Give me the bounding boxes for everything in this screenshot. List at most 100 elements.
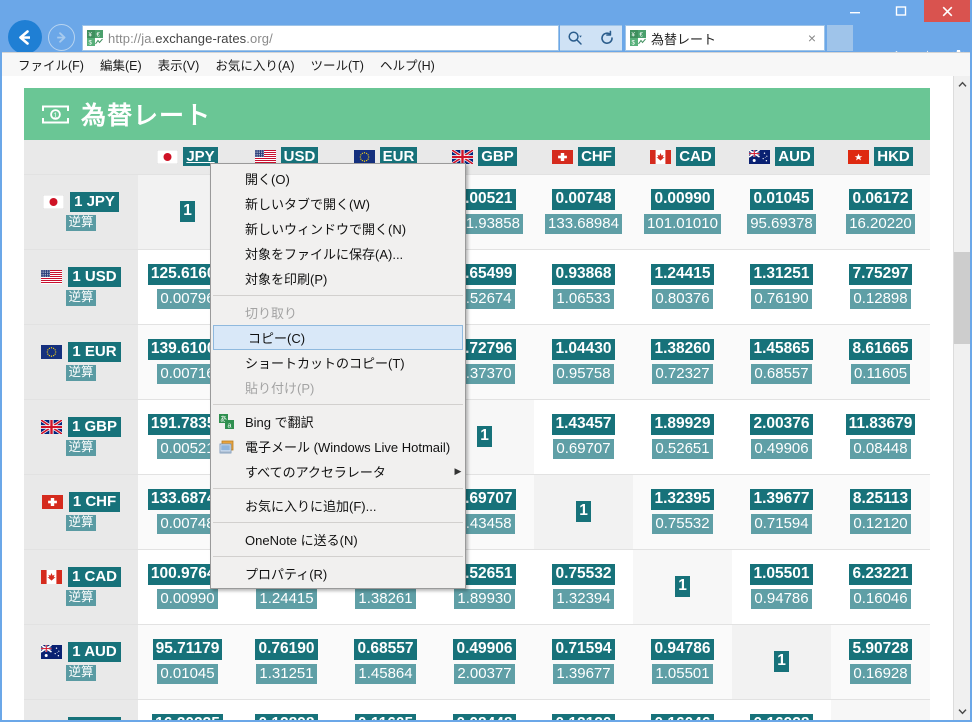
rate-primary[interactable]: 0.00990 [651,189,714,210]
rate-inverse[interactable]: 0.49906 [751,438,812,459]
rate-inverse[interactable]: 2.00377 [454,663,515,684]
rate-primary[interactable]: 11.83679 [845,414,916,435]
rate-inverse[interactable]: 0.80376 [652,288,713,309]
rate-primary[interactable]: 1.31251 [750,264,813,285]
rate-inverse[interactable]: 0.68557 [751,363,812,384]
maximize-button[interactable] [878,0,924,22]
rate-primary[interactable]: 1.24415 [651,264,714,285]
rate-inverse[interactable]: 1.31251 [256,663,317,684]
vertical-scrollbar[interactable] [953,76,970,720]
rate-inverse[interactable]: 0.00796 [157,288,218,309]
row-currency-label[interactable]: 1 HKD [67,717,121,720]
rate-primary[interactable]: 95.71179 [152,639,223,660]
rate-inverse[interactable]: 1.45864 [355,663,416,684]
rate-inverse[interactable]: 0.75532 [652,513,713,534]
rate-inverse[interactable]: 0.12120 [850,513,911,534]
refresh-button[interactable] [591,25,622,51]
rate-primary[interactable]: 1.89929 [651,414,714,435]
context-menu-item[interactable]: あ a Bing で翻訳 [211,409,465,434]
rate-inverse[interactable]: 0.01045 [157,663,218,684]
rate-inverse[interactable]: 1.89930 [454,588,515,609]
rate-primary[interactable]: 1.38260 [651,339,714,360]
column-code-aud[interactable]: AUD [775,147,814,167]
close-button[interactable] [924,0,970,22]
rate-inverse[interactable]: 0.00748 [157,513,218,534]
rate-primary[interactable]: 0.12120 [552,714,615,720]
rate-inverse[interactable]: 0.12898 [850,288,911,309]
rate-inverse[interactable]: 0.72327 [652,363,713,384]
tab-close-button[interactable]: × [804,31,820,45]
row-currency-label[interactable]: 1 GBP [67,417,121,438]
rate-primary[interactable]: 0.06172 [849,189,912,210]
rate-primary[interactable]: 2.00376 [750,414,813,435]
rate-inverse[interactable]: 1.39677 [553,663,614,684]
rate-inverse[interactable]: 0.95758 [553,363,614,384]
scroll-up-button[interactable] [954,76,970,93]
rate-primary[interactable]: 0.49906 [453,639,516,660]
column-code-gbp[interactable]: GBP [478,147,517,167]
rate-inverse[interactable]: 0.11605 [850,363,911,384]
reverse-link[interactable]: 逆算 [66,515,96,531]
context-menu-item[interactable]: コピー(C) [213,325,463,350]
column-header-aud[interactable]: AUD [732,140,831,174]
scroll-down-button[interactable] [954,703,970,720]
rate-inverse[interactable]: 1.05501 [652,663,713,684]
context-menu-item[interactable]: ショートカットのコピー(T) [211,350,465,375]
rate-primary[interactable]: 0.94786 [651,639,714,660]
rate-primary[interactable]: 1.45865 [750,339,813,360]
scroll-thumb[interactable] [954,252,970,344]
context-menu-item[interactable]: 電子メール (Windows Live Hotmail) [211,434,465,459]
reverse-link[interactable]: 逆算 [66,290,96,306]
reverse-link[interactable]: 逆算 [66,665,96,681]
rate-primary[interactable]: 0.68557 [354,639,417,660]
context-menu-item[interactable]: すべてのアクセラレータ ▶ [211,459,465,484]
row-currency-label[interactable]: 1 AUD [68,642,121,663]
reverse-link[interactable]: 逆算 [66,590,96,606]
row-currency-label[interactable]: 1 EUR [68,342,121,363]
rate-inverse[interactable]: 95.69378 [747,213,816,234]
rate-inverse[interactable]: 101.01010 [644,213,721,234]
column-code-chf[interactable]: CHF [578,147,615,167]
menu-file[interactable]: ファイル(F) [10,53,92,76]
row-currency-label[interactable]: 1 CAD [67,567,121,588]
context-menu-item[interactable]: お気に入りに追加(F)... [211,493,465,518]
rate-inverse[interactable]: 133.68984 [545,213,622,234]
menu-help[interactable]: ヘルプ(H) [372,53,443,76]
context-menu-item[interactable]: OneNote に送る(N) [211,527,465,552]
rate-primary[interactable]: 1.32395 [651,489,714,510]
rate-primary[interactable]: 1.43457 [552,414,615,435]
rate-inverse[interactable]: 16.20220 [846,213,915,234]
rate-primary[interactable]: 0.11605 [354,714,417,720]
new-tab-button[interactable] [827,25,853,51]
row-currency-label[interactable]: 1 USD [68,267,121,288]
menu-view[interactable]: 表示(V) [150,53,208,76]
forward-button[interactable] [48,24,75,51]
menu-tools[interactable]: ツール(T) [302,53,371,76]
browser-tab[interactable]: ¥ € $ 為替レート × [625,25,825,51]
rate-primary[interactable]: 8.61665 [849,339,912,360]
rate-primary[interactable]: 6.23221 [849,564,912,585]
context-menu-item[interactable]: 対象を印刷(P) [211,266,465,291]
rate-primary[interactable]: 0.08448 [453,714,516,720]
rate-inverse[interactable]: 0.00521 [157,438,218,459]
rate-inverse[interactable]: 0.16928 [850,663,911,684]
row-currency-label[interactable]: 1 JPY [70,192,119,213]
rate-primary[interactable]: 1.39677 [750,489,813,510]
rate-inverse[interactable]: 0.00716 [157,363,218,384]
context-menu-item[interactable]: 新しいウィンドウで開く(N) [211,216,465,241]
rate-primary[interactable]: 16.20235 [152,714,223,720]
rate-inverse[interactable]: 0.16046 [850,588,911,609]
column-header-cad[interactable]: CAD [633,140,732,174]
row-currency-label[interactable]: 1 CHF [68,492,121,513]
back-button[interactable] [8,20,42,54]
rate-primary[interactable]: 0.71594 [552,639,615,660]
rate-inverse[interactable]: 0.69707 [553,438,614,459]
rate-primary[interactable]: 0.12898 [255,714,318,720]
menu-favorites[interactable]: お気に入り(A) [207,53,302,76]
rate-inverse[interactable]: 0.71594 [751,513,812,534]
rate-primary[interactable]: 1.05501 [750,564,813,585]
context-menu-item[interactable]: 新しいタブで開く(W) [211,191,465,216]
context-menu-item[interactable]: 対象をファイルに保存(A)... [211,241,465,266]
rate-primary[interactable]: 8.25113 [849,489,912,510]
rate-inverse[interactable]: 0.76190 [751,288,812,309]
